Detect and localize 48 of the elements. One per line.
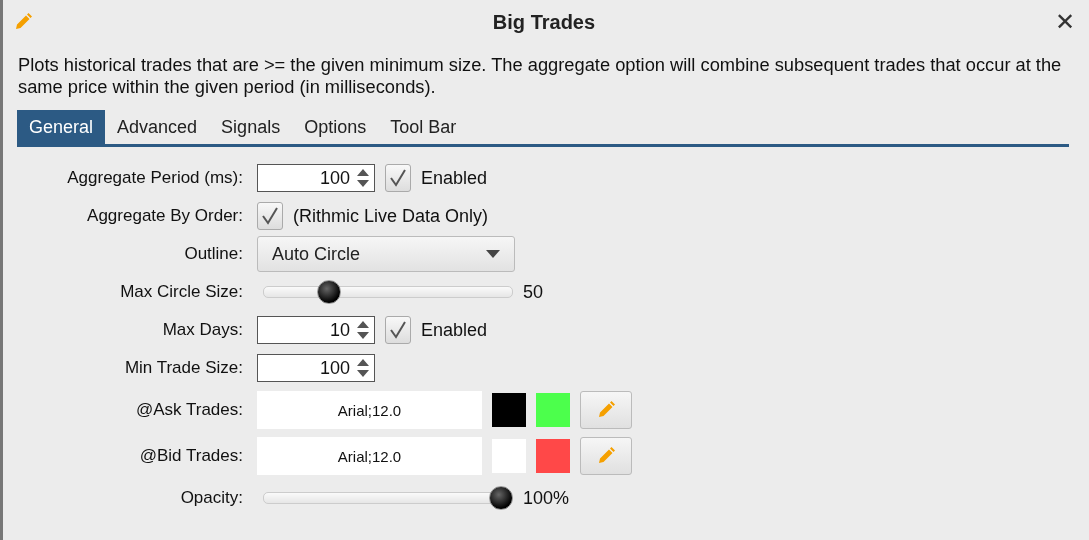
checkmark-icon (389, 321, 407, 339)
tab[interactable]: Signals (209, 110, 293, 144)
spinner-arrows-icon (356, 167, 370, 189)
pencil-icon (596, 400, 616, 420)
number-spinner[interactable]: 100 (257, 354, 375, 382)
description-text: Plots historical trades that are >= the given minimum size. The aggregate option will combine subsequent trades that occur at the same price within the given period (in milliseconds). (18, 54, 1063, 98)
field-label: Max Days: (161, 320, 243, 340)
color-swatch[interactable] (536, 393, 570, 427)
checkbox-label: (Rithmic Live Data Only) (293, 205, 489, 227)
caret-icon (486, 250, 500, 258)
font-field[interactable]: Arial;12.0 (257, 391, 482, 429)
spinner-arrows-icon (356, 319, 370, 341)
checkbox[interactable] (257, 202, 283, 230)
field-label: Opacity: (179, 488, 243, 508)
outline-dropdown[interactable]: Auto Circle (257, 236, 515, 272)
font-field[interactable]: Arial;12.0 (257, 437, 482, 475)
field-label: Max Circle Size: (119, 282, 243, 302)
window-title: Big Trades (492, 10, 596, 34)
tab[interactable]: Tool Bar (378, 110, 469, 144)
field-label: Aggregate By Order: (86, 206, 243, 226)
checkbox-label: Enabled (421, 167, 488, 189)
field-label: Min Trade Size: (123, 358, 243, 378)
color-swatch[interactable] (492, 393, 526, 427)
slider-thumb[interactable] (317, 280, 342, 304)
number-spinner[interactable]: 100 (257, 164, 375, 192)
slider[interactable] (263, 279, 513, 305)
spinner-arrows-icon (356, 357, 370, 379)
tab[interactable]: Options (292, 110, 379, 144)
slider-thumb[interactable] (489, 486, 513, 510)
checkbox[interactable] (385, 164, 411, 192)
checkmark-icon (389, 169, 407, 187)
checkbox-label: Enabled (421, 319, 488, 341)
close-button[interactable]: ✕ (1055, 8, 1075, 36)
slider-value: 50 (523, 281, 544, 303)
tab[interactable]: General (17, 110, 106, 144)
tab[interactable]: Advanced (105, 110, 210, 144)
checkbox[interactable] (385, 316, 411, 344)
field-label: @Ask Trades: (135, 400, 243, 420)
slider[interactable] (263, 485, 513, 511)
number-spinner[interactable]: 10 (257, 316, 375, 344)
field-label: Aggregate Period (ms): (66, 168, 243, 188)
color-swatch[interactable] (536, 439, 570, 473)
checkmark-icon (261, 207, 279, 225)
pencil-icon (596, 446, 616, 466)
pencil-icon (13, 12, 33, 32)
field-label: @Bid Trades: (138, 446, 243, 466)
field-label: Outline: (183, 244, 243, 264)
slider-value: 100% (523, 487, 570, 509)
